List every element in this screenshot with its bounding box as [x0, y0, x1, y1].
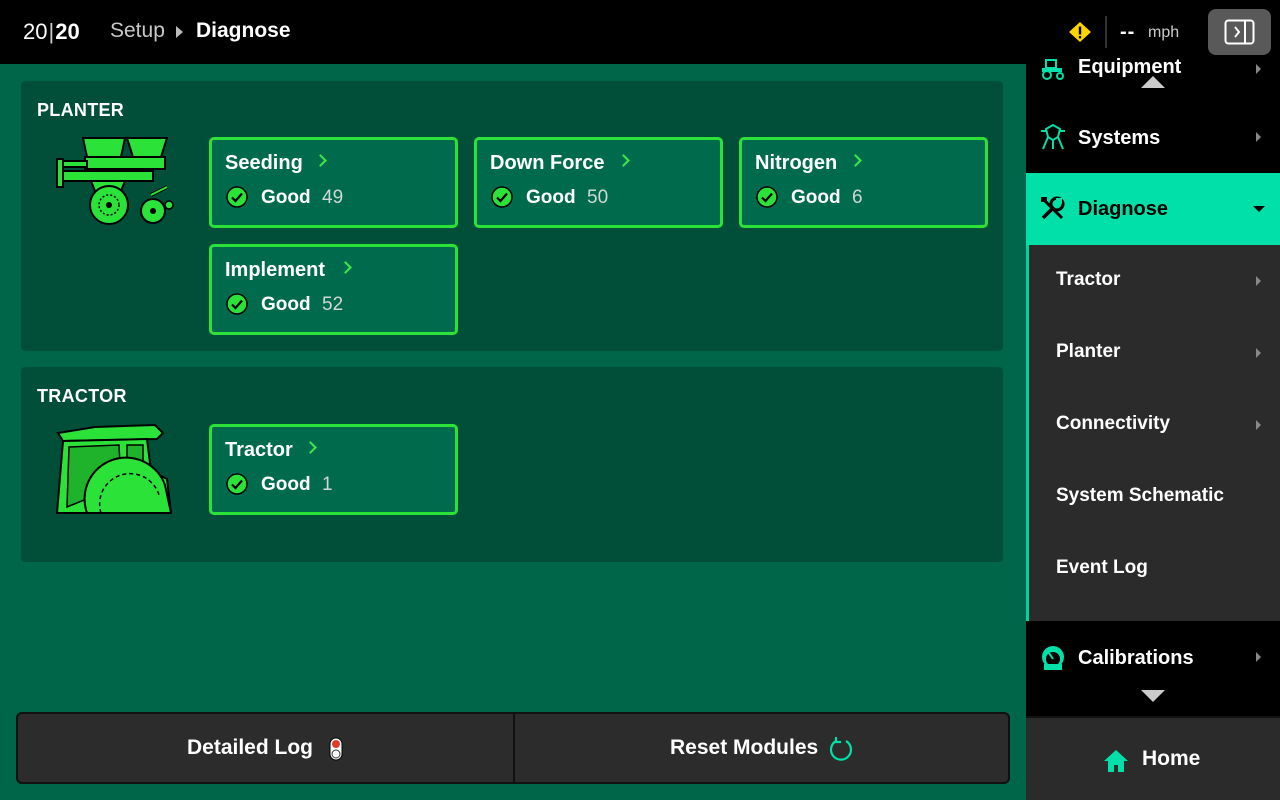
chevron-right-icon [304, 441, 317, 454]
chevron-right-icon [1256, 276, 1261, 286]
sidebar-item-diagnose[interactable]: Diagnose [1026, 173, 1280, 245]
status-text: Good [261, 294, 311, 315]
action-bar: Detailed Log Reset Modules [16, 712, 1010, 784]
chevron-down-icon [1253, 206, 1265, 212]
card-title: Implement [225, 259, 326, 281]
chevron-right-icon [1256, 420, 1261, 430]
sidebar: Equipment Systems Diagnose Tractor Plant… [1026, 56, 1280, 800]
sidebar-item-calibrations[interactable]: Calibrations [1026, 621, 1280, 693]
traffic-light-icon [329, 737, 343, 761]
submenu-item-event-log[interactable]: Event Log [1029, 533, 1280, 605]
card-title: Seeding [225, 152, 303, 174]
seeding-card[interactable]: Seeding Good 49 [209, 137, 458, 228]
gauge-icon [1042, 646, 1064, 670]
chevron-right-icon [849, 154, 862, 167]
tractor-card[interactable]: Tractor Good 1 [209, 424, 458, 515]
chevron-right-icon [1256, 348, 1261, 358]
card-title: Down Force [490, 152, 605, 174]
submenu-label: System Schematic [1056, 485, 1224, 506]
sidebar-label: Equipment [1078, 56, 1182, 78]
submenu-item-connectivity[interactable]: Connectivity [1029, 389, 1280, 461]
submenu-label: Connectivity [1056, 413, 1171, 434]
chevron-right-icon [1256, 64, 1261, 74]
status-count: 52 [322, 294, 344, 315]
nitrogen-card[interactable]: Nitrogen Good 6 [739, 137, 988, 228]
brand-logo: 20|20 [23, 19, 80, 45]
sidebar-label: Calibrations [1078, 647, 1194, 669]
systems-icon [1041, 123, 1065, 150]
reset-modules-button[interactable]: Reset Modules [515, 714, 1010, 782]
status-text: Good [261, 474, 311, 495]
submenu-item-system-schematic[interactable]: System Schematic [1029, 461, 1280, 533]
breadcrumb-arrow-icon [176, 26, 183, 38]
tractor-small-icon [1042, 59, 1064, 80]
planter-section-title: PLANTER [37, 100, 125, 120]
implement-card[interactable]: Implement Good 52 [209, 244, 458, 335]
submenu-label: Tractor [1056, 269, 1121, 290]
detailed-log-label: Detailed Log [187, 736, 314, 759]
home-label: Home [1142, 747, 1201, 770]
check-circle-icon [226, 186, 248, 208]
status-count: 1 [322, 474, 333, 495]
home-icon [1104, 750, 1128, 772]
chevron-right-icon [1256, 132, 1261, 142]
check-circle-icon [491, 186, 513, 208]
sidebar-item-systems[interactable]: Systems [1026, 101, 1280, 173]
status-text: Good [261, 187, 311, 208]
diagnose-submenu: Tractor Planter Connectivity System Sche… [1026, 245, 1280, 621]
logo-part-right: 20 [55, 19, 80, 44]
check-circle-icon [226, 473, 248, 495]
down-force-card[interactable]: Down Force Good 50 [474, 137, 723, 228]
wrench-screwdriver-icon [1041, 196, 1065, 220]
main-content: PLANTER Seeding Good 49 Down Force Good … [0, 64, 1026, 800]
chevron-right-icon [617, 154, 630, 167]
card-title: Tractor [225, 439, 293, 461]
chevron-right-icon [314, 154, 327, 167]
scroll-up-icon[interactable] [1141, 76, 1165, 88]
card-title: Nitrogen [755, 152, 838, 174]
planter-section: PLANTER Seeding Good 49 Down Force Good … [21, 81, 1003, 351]
planter-icon [56, 137, 174, 225]
status-text: Good [526, 187, 576, 208]
breadcrumb-current: Diagnose [196, 19, 291, 42]
reset-modules-label: Reset Modules [670, 736, 819, 759]
refresh-icon [829, 737, 853, 761]
chevron-right-icon [339, 261, 352, 274]
logo-part-left: 20 [23, 19, 48, 44]
submenu-label: Planter [1056, 341, 1121, 362]
status-count: 6 [852, 187, 863, 208]
logo-separator: | [48, 19, 55, 44]
submenu-label: Event Log [1056, 557, 1148, 578]
sidebar-label: Systems [1078, 127, 1161, 149]
tractor-section-title: TRACTOR [37, 386, 127, 406]
scroll-down-icon[interactable] [1141, 690, 1165, 702]
submenu-item-planter[interactable]: Planter [1029, 317, 1280, 389]
tractor-section: TRACTOR Tractor Good 1 [21, 367, 1003, 562]
status-text: Good [791, 187, 841, 208]
submenu-item-tractor[interactable]: Tractor [1029, 245, 1280, 317]
sidebar-label: Diagnose [1078, 198, 1169, 220]
check-circle-icon [756, 186, 778, 208]
detailed-log-button[interactable]: Detailed Log [18, 714, 513, 782]
chevron-right-icon [1256, 652, 1261, 662]
status-count: 49 [322, 187, 344, 208]
check-circle-icon [226, 293, 248, 315]
tractor-icon [55, 423, 173, 514]
home-button[interactable]: Home [1026, 716, 1280, 800]
breadcrumb-setup[interactable]: Setup [110, 19, 165, 43]
sidebar-item-equipment[interactable]: Equipment [1026, 36, 1280, 108]
status-count: 50 [587, 187, 609, 208]
